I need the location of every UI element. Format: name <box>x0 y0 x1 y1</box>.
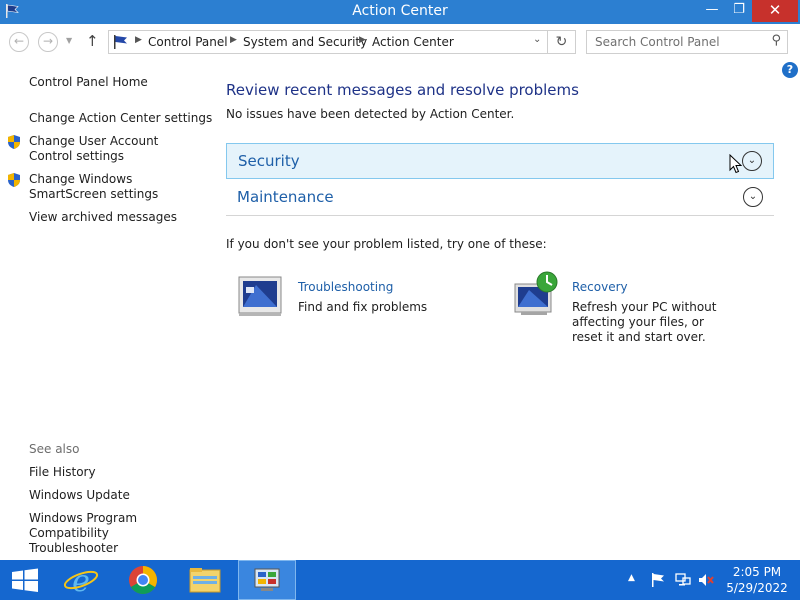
sidebar-change-action-center-settings[interactable]: Change Action Center settings <box>29 111 212 126</box>
search-placeholder: Search Control Panel <box>595 35 720 49</box>
close-button[interactable]: ✕ <box>752 0 798 22</box>
sidebar-control-panel-home[interactable]: Control Panel Home <box>29 75 148 90</box>
breadcrumb-separator[interactable]: ▶ <box>135 35 142 45</box>
uac-shield-icon <box>8 173 20 187</box>
taskbar: e ▲ 2:05 PM 5/29/2022 <box>0 560 800 600</box>
breadcrumb-action-center[interactable]: Action Center <box>372 35 454 49</box>
see-also-heading: See also <box>29 442 80 456</box>
chrome-icon[interactable] <box>114 560 172 600</box>
network-icon[interactable] <box>674 572 692 588</box>
mouse-cursor-icon <box>729 154 743 174</box>
uac-shield-icon <box>8 135 20 149</box>
minimize-button[interactable]: — <box>698 0 726 22</box>
search-icon[interactable]: ⚲ <box>771 33 781 48</box>
window-title: Action Center <box>352 3 448 19</box>
help-button[interactable]: ? <box>782 62 798 78</box>
see-also-file-history[interactable]: File History <box>29 465 96 480</box>
troubleshooting-description: Find and fix problems <box>298 300 428 314</box>
recovery-link[interactable]: Recovery <box>572 280 628 294</box>
recovery-description: Refresh your PC without affecting your f… <box>572 300 717 344</box>
troubleshooting-link[interactable]: Troubleshooting <box>298 280 393 294</box>
expand-chevron-icon[interactable]: ⌄ <box>743 187 763 207</box>
address-bar[interactable]: ▶ Control Panel ▶ System and Security ▶ … <box>108 30 548 54</box>
title-bar: Action Center — ❐ ✕ <box>0 0 800 24</box>
address-dropdown-icon[interactable]: ⌄ <box>533 34 541 45</box>
breadcrumb-separator[interactable]: ▶ <box>230 35 237 45</box>
up-button[interactable]: ↑ <box>86 32 99 50</box>
search-input[interactable]: Search Control Panel ⚲ <box>586 30 788 54</box>
try-these-text: If you don't see your problem listed, tr… <box>226 237 547 251</box>
system-clock[interactable]: 2:05 PM 5/29/2022 <box>726 564 788 596</box>
see-also-compatibility-troubleshooter[interactable]: Windows Program Compatibility Troublesho… <box>29 511 194 556</box>
control-panel-taskbar-button[interactable] <box>238 560 296 600</box>
security-section-header[interactable]: Security ⌄ <box>226 143 774 179</box>
maintenance-section-label: Maintenance <box>237 188 334 206</box>
action-center-tray-flag-icon[interactable] <box>650 572 666 588</box>
refresh-button[interactable]: ↻ <box>548 30 576 54</box>
svg-text:e: e <box>72 564 90 599</box>
forward-button[interactable]: → <box>38 32 58 52</box>
start-icon[interactable] <box>0 560 50 600</box>
breadcrumb-control-panel[interactable]: Control Panel <box>148 35 228 49</box>
maintenance-section-header[interactable]: Maintenance ⌄ <box>226 180 774 216</box>
control-panel-flag-icon <box>114 35 127 49</box>
expand-chevron-icon[interactable]: ⌄ <box>742 151 762 171</box>
recovery-icon[interactable] <box>511 270 561 318</box>
page-title: Review recent messages and resolve probl… <box>226 81 579 99</box>
clock-date: 5/29/2022 <box>726 581 788 595</box>
navigation-bar: ← → ▼ ↑ ▶ Control Panel ▶ System and Sec… <box>0 24 800 58</box>
file-explorer-icon[interactable] <box>176 560 234 600</box>
clock-time: 2:05 PM <box>732 565 782 579</box>
troubleshooting-icon[interactable] <box>236 273 286 321</box>
security-section-label: Security <box>238 152 300 170</box>
volume-muted-icon[interactable] <box>697 572 715 588</box>
breadcrumb-separator[interactable]: ▶ <box>359 35 366 45</box>
show-hidden-icons-button[interactable]: ▲ <box>628 573 635 583</box>
sidebar-view-archived-messages[interactable]: View archived messages <box>29 210 177 225</box>
recent-locations-button[interactable]: ▼ <box>66 36 72 45</box>
sidebar-change-uac-settings[interactable]: Change User Account Control settings <box>29 134 199 164</box>
maximize-button[interactable]: ❐ <box>726 0 752 22</box>
status-message: No issues have been detected by Action C… <box>226 107 515 121</box>
back-button[interactable]: ← <box>9 32 29 52</box>
internet-explorer-icon[interactable]: e <box>52 560 110 600</box>
see-also-windows-update[interactable]: Windows Update <box>29 488 130 503</box>
sidebar-change-smartscreen-settings[interactable]: Change Windows SmartScreen settings <box>29 172 204 202</box>
breadcrumb-system-and-security[interactable]: System and Security <box>243 35 367 49</box>
control-panel-icon <box>254 568 280 591</box>
